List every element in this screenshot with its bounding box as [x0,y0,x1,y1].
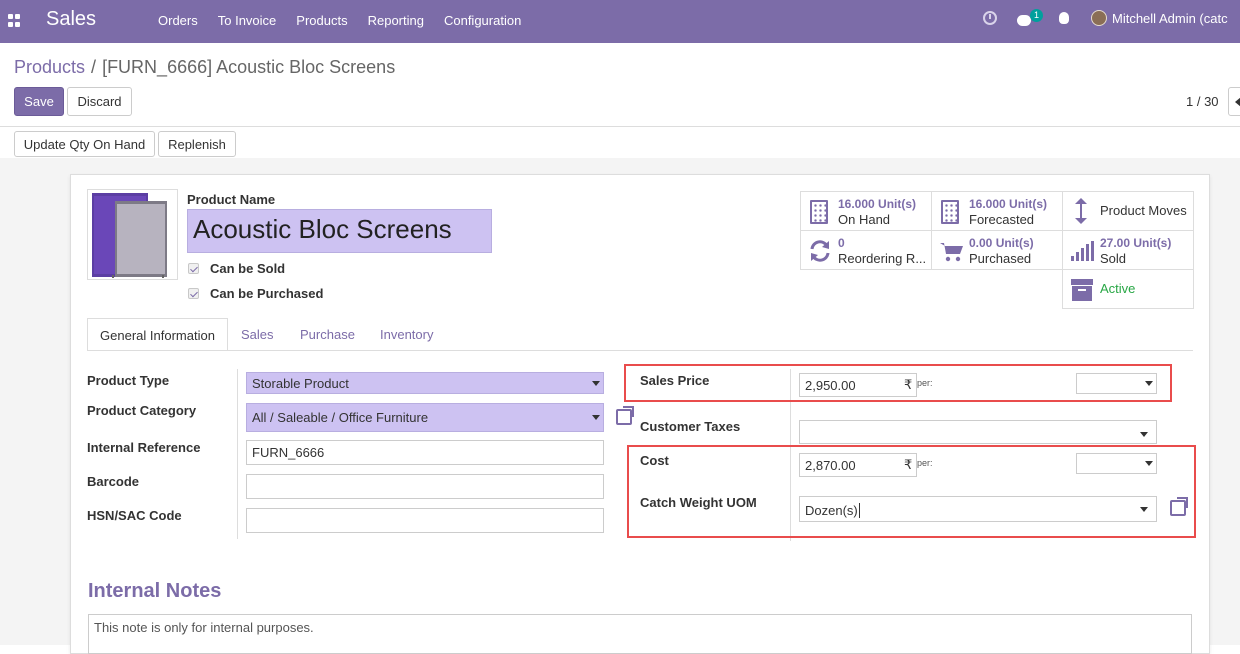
apps-grid-icon[interactable] [8,14,21,27]
divider [0,126,1240,127]
internal-notes-title: Internal Notes [88,580,222,602]
forecasted-value: 16.000 Unit(s) [969,197,1048,211]
user-name[interactable]: Mitchell Admin (catc [1112,11,1228,26]
breadcrumb-current: [FURN_6666] Acoustic Bloc Screens [102,57,396,77]
reordering-label: Reordering R... [838,251,927,266]
forecasted-label: Forecasted [969,212,1035,227]
product-type-value: Storable Product [252,376,349,391]
app-title[interactable]: Sales [46,8,96,31]
pager-value[interactable]: 1 / 30 [1186,94,1219,109]
sold-smart-button[interactable]: 27.00 Unit(s) Sold [1062,230,1194,270]
messaging-menu[interactable]: 1 [1017,8,1044,26]
breadcrumb-separator: / [91,57,97,77]
internal-reference-label: Internal Reference [87,440,201,455]
product-name-label: Product Name [187,192,276,207]
can-be-sold-label: Can be Sold [210,261,286,276]
on-hand-value: 16.000 Unit(s) [838,197,917,211]
tab-inventory[interactable]: Inventory [380,318,433,351]
product-moves-smart-button[interactable]: Product Moves [1062,191,1194,231]
external-link-icon[interactable] [616,406,634,425]
top-navbar: Sales Orders To Invoice Products Reporti… [0,0,1240,43]
cost-uom-highlight [627,445,1196,538]
purchased-label: Purchased [969,251,1032,266]
activity-clock-icon[interactable] [983,11,997,25]
breadcrumb-products-link[interactable]: Products [14,57,85,77]
up-down-arrows-icon [1075,198,1087,224]
sold-label: Sold [1100,251,1127,266]
can-be-purchased-checkbox[interactable] [188,288,199,299]
product-type-label: Product Type [87,373,170,388]
on-hand-smart-button[interactable]: 16.000 Unit(s) On Hand [800,191,932,231]
save-button[interactable]: Save [14,87,64,116]
can-be-purchased-label: Can be Purchased [210,286,324,301]
building-icon [810,200,828,224]
product-type-select[interactable]: Storable Product [246,372,604,394]
tabs-divider [87,350,1193,351]
internal-notes-textarea[interactable]: This note is only for internal purposes. [88,614,1192,654]
shopping-cart-icon [940,243,963,262]
product-moves-label: Product Moves [1100,203,1187,218]
building-icon [941,200,959,224]
chevron-down-icon [592,381,600,386]
chevron-down-icon [1140,432,1148,437]
reordering-smart-button[interactable]: 0 Reordering R... [800,230,932,270]
reordering-value: 0 [838,236,845,250]
discard-button[interactable]: Discard [67,87,132,116]
customer-taxes-input[interactable] [799,420,1157,444]
replenish-button[interactable]: Replenish [158,131,236,157]
archive-icon [1071,279,1093,301]
pager-previous-button[interactable] [1228,87,1240,116]
active-toggle-button[interactable]: Active [1062,269,1194,309]
chevron-down-icon [592,415,600,420]
column-divider [237,369,238,539]
purchased-smart-button[interactable]: 0.00 Unit(s) Purchased [931,230,1063,270]
menu-item-orders[interactable]: Orders [158,13,198,28]
customer-taxes-label: Customer Taxes [640,419,741,434]
menu-item-configuration[interactable]: Configuration [444,13,521,28]
signal-bars-icon [1071,241,1094,261]
user-avatar[interactable] [1091,10,1107,26]
product-category-select[interactable]: All / Saleable / Office Furniture [246,403,604,432]
can-be-sold-checkbox[interactable] [188,263,199,274]
active-label: Active [1100,281,1136,296]
sales-price-highlight [624,364,1172,402]
tab-sales[interactable]: Sales [241,318,274,351]
product-category-value: All / Saleable / Office Furniture [252,410,429,425]
navbar-systray: 1 Mitchell Admin (catc [983,8,1228,26]
menu-item-reporting[interactable]: Reporting [368,13,424,28]
menu-item-to-invoice[interactable]: To Invoice [218,13,277,28]
tab-general-information[interactable]: General Information [87,318,228,351]
update-qty-button[interactable]: Update Qty On Hand [14,131,155,157]
refresh-icon [810,240,830,262]
product-category-label: Product Category [87,403,197,418]
purchased-value: 0.00 Unit(s) [969,236,1034,250]
main-menu: Orders To Invoice Products Reporting Con… [148,13,531,28]
forecasted-smart-button[interactable]: 16.000 Unit(s) Forecasted [931,191,1063,231]
on-hand-label: On Hand [838,212,891,227]
tab-purchase[interactable]: Purchase [300,318,355,351]
chat-icon[interactable] [1017,14,1031,26]
sold-value: 27.00 Unit(s) [1100,236,1172,250]
product-image[interactable] [87,189,178,280]
barcode-input[interactable] [246,474,604,499]
hsn-sac-code-label: HSN/SAC Code [87,508,182,523]
hsn-sac-code-input[interactable] [246,508,604,533]
breadcrumb: Products / [FURN_6666] Acoustic Bloc Scree… [14,57,395,78]
menu-item-products[interactable]: Products [296,13,347,28]
barcode-label: Barcode [87,474,140,489]
internal-reference-input[interactable]: FURN_6666 [246,440,604,465]
debug-bug-icon[interactable] [1059,12,1069,24]
message-count-badge: 1 [1030,8,1044,22]
product-name-input[interactable]: Acoustic Bloc Screens [187,209,492,253]
